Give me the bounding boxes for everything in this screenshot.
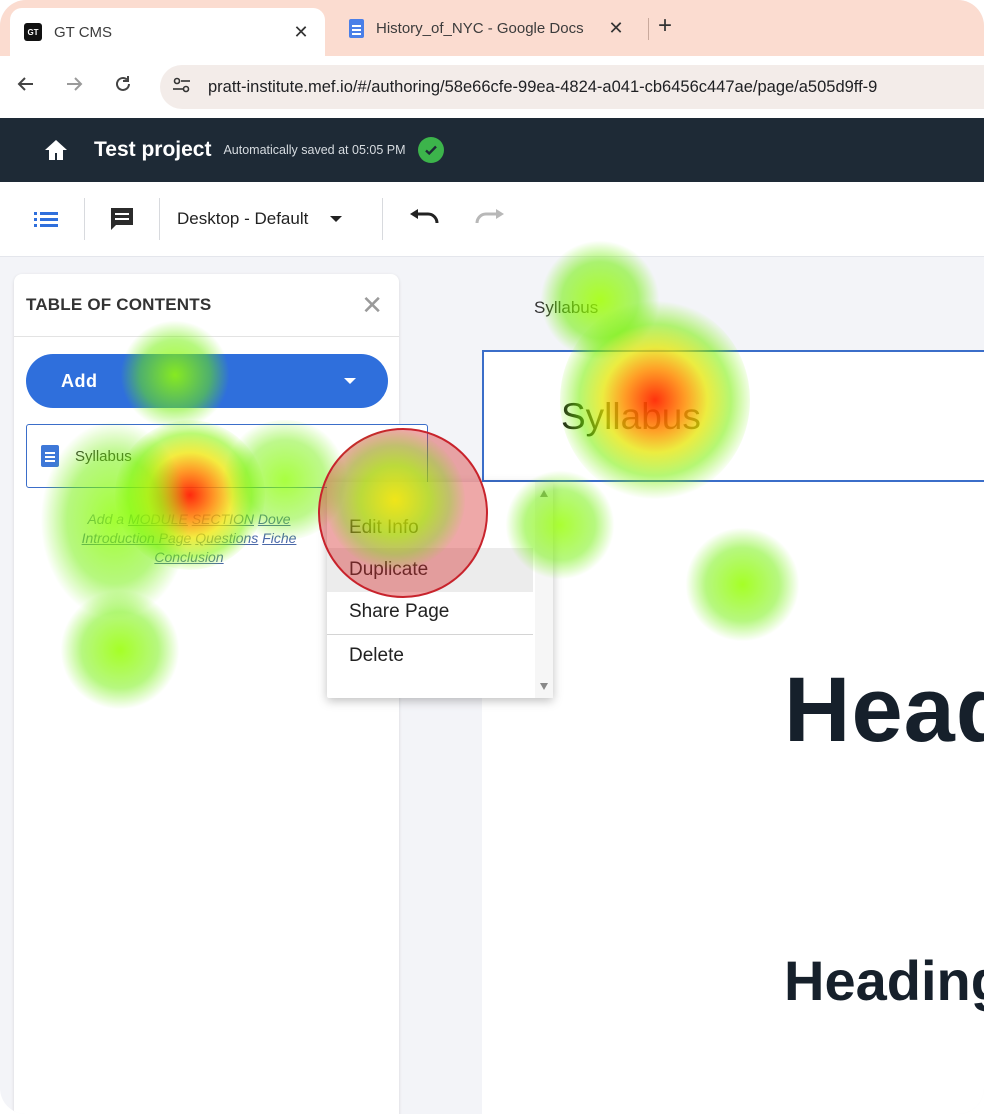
menu-item-duplicate[interactable]: Duplicate — [327, 548, 533, 592]
document-icon — [41, 445, 59, 467]
address-bar-row: pratt-institute.mef.io/#/authoring/58e66… — [0, 56, 984, 118]
close-tab-icon[interactable]: ✕ — [606, 18, 626, 39]
chevron-down-icon[interactable] — [344, 378, 356, 384]
check-circle-icon — [417, 137, 444, 163]
url-text: pratt-institute.mef.io/#/authoring/58e66… — [208, 77, 878, 96]
device-preset-select[interactable]: Desktop - Default — [177, 182, 343, 256]
menu-item-label: Delete — [349, 645, 404, 666]
add-fiche-link[interactable]: Fiche — [262, 530, 296, 546]
menu-item-delete[interactable]: Delete — [327, 634, 533, 678]
breadcrumb[interactable]: Syllabus — [534, 298, 598, 318]
page-context-menu: Edit Info Duplicate Share Page Delete — [327, 482, 553, 698]
page-title: Syllabus — [561, 396, 701, 437]
app-header: Test project Automatically saved at 05:0… — [0, 118, 984, 182]
toc-list-icon[interactable] — [34, 182, 60, 256]
add-conclusion-link[interactable]: Conclusion — [154, 549, 223, 565]
comment-icon[interactable] — [108, 182, 136, 256]
add-section-link[interactable]: SECTION — [192, 511, 254, 527]
add-button-label: Add — [61, 370, 98, 391]
menu-item-share-page[interactable]: Share Page — [327, 590, 533, 634]
add-module-link[interactable]: MODULE — [128, 511, 188, 527]
hint-prefix: Add a — [87, 511, 125, 527]
toc-item-syllabus[interactable]: Syllabus — [26, 424, 428, 488]
forward-arrow-icon[interactable] — [64, 74, 84, 100]
scroll-up-icon[interactable] — [540, 490, 548, 497]
toc-title: TABLE OF CONTENTS — [26, 295, 212, 314]
screen-frame: GT GT CMS ✕ History_of_NYC - Google Docs… — [0, 0, 984, 1114]
favicon-text: GT — [27, 27, 39, 37]
add-dove-link[interactable]: Dove — [258, 511, 291, 527]
toolbar-divider — [159, 198, 160, 240]
menu-scrollbar[interactable] — [535, 482, 553, 698]
add-content-hint: Add a MODULE SECTION Dove Introduction P… — [44, 510, 334, 567]
toolbar-divider — [382, 198, 383, 240]
menu-item-label: Edit Info — [349, 517, 419, 538]
editor-toolbar: Desktop - Default — [0, 182, 984, 257]
heading-2[interactable]: Heading — [784, 948, 984, 1013]
menu-item-label: Duplicate — [349, 559, 429, 580]
device-select-value: Desktop - Default — [177, 209, 309, 228]
new-tab-button[interactable]: + — [658, 12, 672, 40]
tab-divider — [648, 18, 649, 40]
toc-item-label: Syllabus — [75, 447, 132, 465]
add-button[interactable]: Add — [26, 354, 388, 408]
page-title-block[interactable]: Syllabus — [482, 350, 984, 482]
tab-title: History_of_NYC - Google Docs — [376, 19, 584, 37]
scroll-down-icon[interactable] — [540, 683, 548, 690]
gt-cms-favicon: GT — [24, 23, 42, 41]
site-settings-icon[interactable] — [172, 76, 194, 98]
browser-tab-strip: GT GT CMS ✕ History_of_NYC - Google Docs… — [0, 0, 984, 56]
add-questions-link[interactable]: Questions — [195, 530, 258, 546]
menu-item-edit-info[interactable]: Edit Info — [327, 506, 533, 550]
project-title: Test project — [94, 138, 212, 161]
heading-1[interactable]: Heading — [784, 658, 984, 763]
toc-header: TABLE OF CONTENTS ✕ — [14, 274, 399, 337]
reload-icon[interactable] — [113, 74, 133, 100]
undo-icon[interactable] — [408, 182, 440, 256]
close-tab-icon[interactable]: ✕ — [291, 22, 311, 43]
tab-title: GT CMS — [54, 23, 113, 41]
save-status-text: Automatically saved at 05:05 PM — [223, 143, 406, 157]
close-icon[interactable]: ✕ — [361, 292, 383, 318]
redo-icon[interactable] — [474, 182, 506, 256]
chevron-down-icon — [330, 216, 343, 222]
toolbar-divider — [84, 198, 85, 240]
home-icon[interactable] — [42, 136, 70, 164]
google-docs-icon — [349, 18, 364, 38]
browser-tab-gt-cms[interactable]: GT GT CMS ✕ — [10, 8, 325, 56]
browser-tab-google-docs[interactable]: History_of_NYC - Google Docs ✕ — [335, 8, 640, 48]
add-introduction-page-link[interactable]: Introduction Page — [82, 530, 192, 546]
url-bar[interactable]: pratt-institute.mef.io/#/authoring/58e66… — [160, 65, 984, 109]
back-arrow-icon[interactable] — [16, 74, 36, 100]
menu-item-label: Share Page — [349, 601, 450, 622]
